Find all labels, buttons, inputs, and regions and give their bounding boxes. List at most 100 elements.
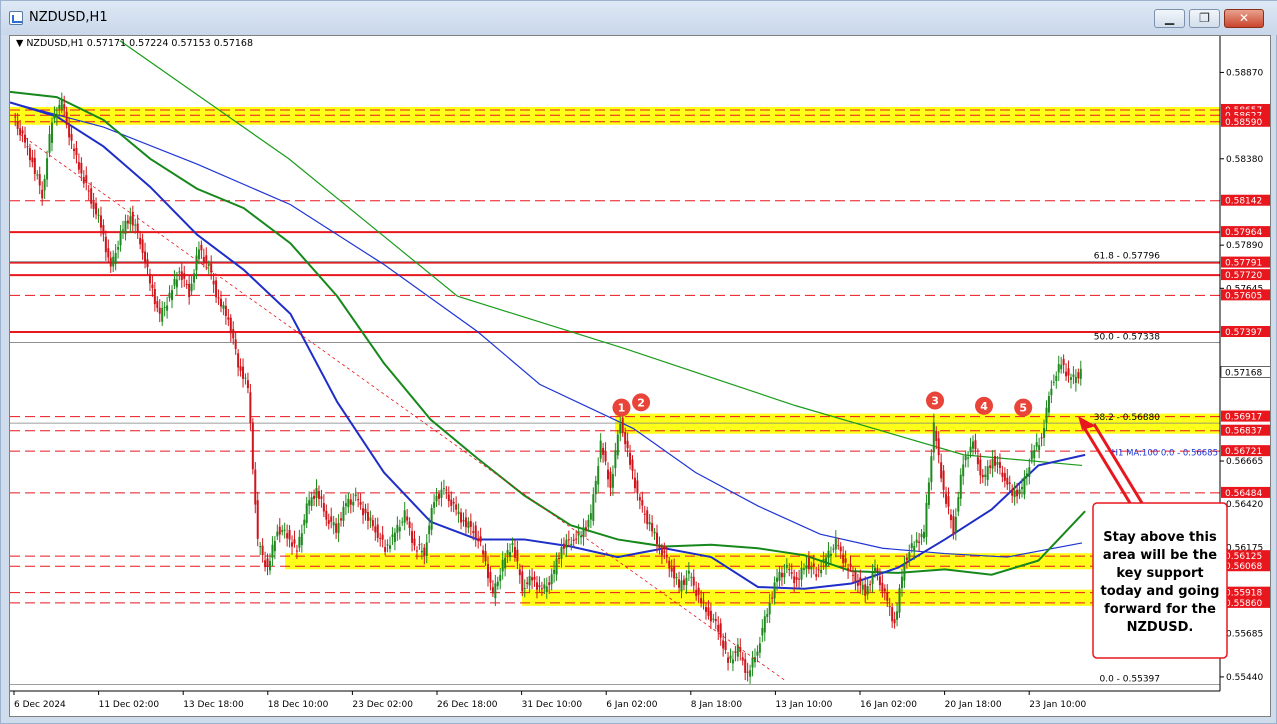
candle-body xyxy=(254,469,257,505)
close-button[interactable]: ✕ xyxy=(1224,9,1264,28)
candle-body xyxy=(734,651,737,653)
price-chart[interactable]: 61.8 - 0.57796 50.0 - 0.57338 38.2 - 0.568… xyxy=(9,35,1271,717)
candle-body xyxy=(445,489,448,491)
candle-body xyxy=(1069,377,1072,380)
candle-body xyxy=(817,569,820,571)
candle-body xyxy=(371,520,374,527)
candle-body xyxy=(435,495,438,502)
candle-body xyxy=(785,565,788,568)
candle-body xyxy=(670,567,673,572)
candle-body xyxy=(126,220,129,224)
candle-body xyxy=(48,134,51,153)
candle-body xyxy=(827,550,830,558)
candle-body xyxy=(70,134,73,141)
candle-body xyxy=(866,586,869,595)
candle-body xyxy=(1040,437,1043,439)
candle-body xyxy=(641,500,644,506)
candle-body xyxy=(58,104,61,109)
candle-body xyxy=(602,447,605,455)
candle-body xyxy=(205,255,208,264)
candle-body xyxy=(763,616,766,633)
candle-body xyxy=(288,530,291,540)
candle-body xyxy=(156,301,159,308)
price-tag-label: 0.57964 xyxy=(1225,228,1262,238)
candle-body xyxy=(357,499,360,501)
candle-body xyxy=(170,290,173,301)
minimize-button[interactable]: ▁ xyxy=(1154,9,1185,28)
candle-body xyxy=(592,494,595,521)
candle-body xyxy=(531,577,534,581)
candle-body xyxy=(300,533,303,546)
candle-body xyxy=(124,220,127,235)
candle-body xyxy=(163,306,166,309)
candle-body xyxy=(709,610,712,622)
candle-body xyxy=(340,518,343,521)
candle-body xyxy=(780,572,783,578)
candle-body xyxy=(423,547,426,556)
candle-body xyxy=(707,607,710,616)
candle-body xyxy=(1023,476,1026,495)
candle-body xyxy=(790,572,793,574)
candle-body xyxy=(1025,473,1028,477)
candle-body xyxy=(460,512,463,523)
y-tick-label: 0.58870 xyxy=(1226,68,1263,78)
candle-body xyxy=(935,431,938,442)
candle-body xyxy=(197,249,200,260)
candle-body xyxy=(413,538,416,546)
candle-body xyxy=(472,531,475,533)
candle-body xyxy=(631,459,634,471)
candle-body xyxy=(401,521,404,523)
x-tick-label: 23 Jan 10:00 xyxy=(1029,700,1086,710)
candle-body xyxy=(776,577,779,582)
touch-marker-label: 3 xyxy=(931,395,939,408)
annotation-text-line: NZDUSD. xyxy=(1127,620,1194,635)
candle-body xyxy=(932,422,935,453)
candle-body xyxy=(570,543,573,546)
candle-body xyxy=(758,643,761,653)
candle-body xyxy=(212,280,215,285)
candle-body xyxy=(856,582,859,586)
candle-body xyxy=(276,531,279,537)
candle-body xyxy=(168,292,171,299)
candle-body xyxy=(535,582,538,590)
chart-canvas[interactable]: 61.8 - 0.57796 50.0 - 0.57338 38.2 - 0.568… xyxy=(10,36,1271,717)
candle-body xyxy=(185,283,188,285)
candle-body xyxy=(1013,490,1016,497)
annotation-text-line: forward for the xyxy=(1104,602,1216,617)
candle-body xyxy=(660,547,663,556)
candle-body xyxy=(521,571,524,592)
candle-body xyxy=(526,582,529,585)
candle-body xyxy=(1055,375,1058,381)
candle-body xyxy=(908,552,911,560)
candle-body xyxy=(188,283,191,298)
candle-body xyxy=(778,572,781,581)
annotation-arrow xyxy=(1080,423,1132,504)
candle-body xyxy=(854,571,857,582)
candle-body xyxy=(548,582,551,586)
candle-body xyxy=(584,527,587,530)
candle-body xyxy=(1060,364,1063,370)
price-tag-label: 0.55860 xyxy=(1225,599,1262,609)
restore-button[interactable]: ❐ xyxy=(1189,9,1220,28)
candle-body xyxy=(31,157,34,163)
touch-marker-label: 5 xyxy=(1019,402,1027,415)
candle-body xyxy=(467,521,470,528)
candle-body xyxy=(26,146,29,148)
candle-body xyxy=(952,516,955,535)
candle-body xyxy=(396,525,399,533)
y-tick-label: 0.55685 xyxy=(1226,630,1263,640)
candle-body xyxy=(496,581,499,587)
title-bar: NZDUSD,H1 ▁ ❐ ✕ xyxy=(1,1,1277,35)
candle-body xyxy=(727,657,730,663)
candle-body xyxy=(1072,374,1075,377)
moving-average-line xyxy=(10,101,1083,558)
moving-average-line xyxy=(10,90,1086,576)
candle-body xyxy=(36,174,39,176)
candle-body xyxy=(834,538,837,550)
candle-body xyxy=(242,366,245,379)
candle-body xyxy=(278,526,281,535)
candle-body xyxy=(910,543,913,549)
candle-body xyxy=(389,545,392,549)
candle-body xyxy=(112,256,115,267)
fib-level-label: 50.0 - 0.57338 xyxy=(1094,332,1160,342)
